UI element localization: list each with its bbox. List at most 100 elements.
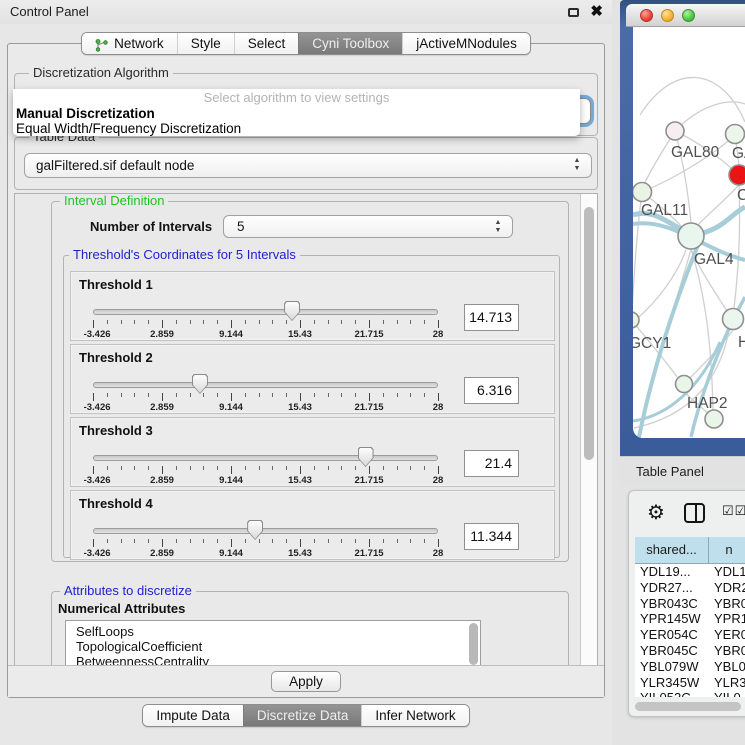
cell-name[interactable]: YPR1 <box>709 611 745 627</box>
slider-thumb[interactable] <box>192 374 208 394</box>
table-row[interactable]: YDL19...YDL1 <box>635 564 745 580</box>
cell-name[interactable]: YIL0 <box>709 690 745 697</box>
column-header-shared-name[interactable]: shared... <box>635 537 709 563</box>
tab-style[interactable]: Style <box>177 33 234 54</box>
network-node[interactable] <box>723 309 744 330</box>
threshold-slider[interactable] <box>93 526 438 536</box>
slider-thumb[interactable] <box>284 301 300 321</box>
cell-name[interactable]: YDR2 <box>709 580 745 596</box>
threshold-value-field[interactable]: 14.713 <box>464 304 519 331</box>
threshold-value-field[interactable]: 21.4 <box>464 450 519 477</box>
network-node[interactable] <box>676 376 693 393</box>
network-edge[interactable] <box>633 250 686 322</box>
tick-mark <box>245 393 246 397</box>
algorithm-option-equal-width[interactable]: Equal Width/Frequency Discretization <box>13 121 580 136</box>
table-data-combobox[interactable]: galFiltered.sif default node ▲▼ <box>24 153 592 178</box>
cell-shared-name[interactable]: YDR27... <box>635 580 709 596</box>
float-window-icon[interactable] <box>568 8 579 17</box>
slider-track[interactable] <box>93 309 438 315</box>
tick-mark <box>176 320 177 324</box>
table-row[interactable]: YLR345WYLR3 <box>635 675 745 691</box>
apply-button[interactable]: Apply <box>271 671 341 692</box>
slider-thumb[interactable] <box>247 520 263 540</box>
network-node[interactable] <box>633 183 652 202</box>
numerical-attributes-list[interactable]: SelfLoops TopologicalCoefficient Between… <box>65 620 481 666</box>
threshold-slider[interactable] <box>93 380 438 390</box>
slider-track[interactable] <box>93 528 438 534</box>
scrollbar-thumb[interactable] <box>584 207 594 460</box>
tab-network[interactable]: Network <box>82 33 177 54</box>
close-icon[interactable]: ✖ <box>590 2 603 22</box>
interval-definition-title: Interval Definition <box>60 194 168 208</box>
minimize-traffic-light-icon[interactable] <box>661 9 674 22</box>
table-row[interactable]: YBR045CYBR0 <box>635 643 745 659</box>
scrollbar-thumb[interactable] <box>635 702 741 711</box>
threshold-slider[interactable] <box>93 307 438 317</box>
network-node[interactable] <box>729 165 745 185</box>
column-header-name[interactable]: n <box>709 537 745 563</box>
list-item[interactable]: SelfLoops <box>66 621 480 639</box>
table-horizontal-scrollbar[interactable] <box>635 702 745 711</box>
network-node[interactable] <box>666 122 684 140</box>
tick-label: 28 <box>433 475 444 486</box>
slider-track[interactable] <box>93 382 438 388</box>
tick-mark <box>424 539 425 543</box>
tab-infer-network[interactable]: Infer Network <box>361 705 468 726</box>
settings-vertical-scrollbar[interactable] <box>580 194 597 665</box>
cell-name[interactable]: YER0 <box>709 627 745 643</box>
table-row[interactable]: YER054CYER0 <box>635 627 745 643</box>
network-node[interactable] <box>678 223 704 249</box>
select-columns-icons[interactable]: ☑☑ <box>722 503 745 519</box>
tick-label: 2.859 <box>150 475 174 486</box>
cell-name[interactable]: YBR0 <box>709 643 745 659</box>
node-label: GCY1 <box>633 335 671 352</box>
table-row[interactable]: YDR27...YDR2 <box>635 580 745 596</box>
cell-shared-name[interactable]: YBL079W <box>635 659 709 675</box>
table-row[interactable]: YIL052CYIL0 <box>635 690 745 697</box>
tab-select[interactable]: Select <box>234 33 299 54</box>
cell-shared-name[interactable]: YDL19... <box>635 564 709 580</box>
number-of-intervals-spinner[interactable]: 5 ▲▼ <box>223 215 513 238</box>
cell-shared-name[interactable]: YBR043C <box>635 596 709 612</box>
threshold-slider[interactable] <box>93 453 438 463</box>
gear-icon[interactable]: ⚙ <box>647 500 665 525</box>
slider-ticks <box>93 539 438 547</box>
split-columns-icon[interactable] <box>684 503 705 523</box>
table-row[interactable]: YBL079WYBL0 <box>635 659 745 675</box>
cell-shared-name[interactable]: YIL052C <box>635 690 709 697</box>
threshold-value-field[interactable]: 11.344 <box>464 523 519 550</box>
cell-shared-name[interactable]: YPR145W <box>635 611 709 627</box>
tab-jactivemnodules[interactable]: jActiveMNodules <box>402 33 530 54</box>
cell-shared-name[interactable]: YLR345W <box>635 675 709 691</box>
network-node[interactable] <box>633 312 639 328</box>
algorithm-option-manual[interactable]: Manual Discretization <box>13 106 580 121</box>
slider-track[interactable] <box>93 455 438 461</box>
cell-name[interactable]: YBR0 <box>709 596 745 612</box>
network-node[interactable] <box>726 125 745 144</box>
zoom-traffic-light-icon[interactable] <box>682 9 695 22</box>
tab-impute-data[interactable]: Impute Data <box>143 705 243 726</box>
cell-name[interactable]: YBL0 <box>709 659 745 675</box>
tab-cyni-toolbox[interactable]: Cyni Toolbox <box>298 33 402 54</box>
network-node[interactable] <box>705 410 723 428</box>
network-edge[interactable] <box>697 185 739 226</box>
table-row[interactable]: YPR145WYPR1 <box>635 611 745 627</box>
cell-shared-name[interactable]: YER054C <box>635 627 709 643</box>
list-scrollbar[interactable] <box>469 623 478 665</box>
tab-discretize-data[interactable]: Discretize Data <box>243 705 362 726</box>
network-canvas[interactable]: GAL80GACGAL11GAL4HGCY1HAP2 <box>633 27 745 438</box>
list-item[interactable]: TopologicalCoefficient <box>66 639 480 654</box>
cell-name[interactable]: YDL1 <box>709 564 745 580</box>
tick-mark <box>203 466 204 470</box>
control-panel-titlebar: Control Panel ✖ <box>0 0 612 24</box>
spinner-arrows-icon[interactable]: ▲▼ <box>493 219 503 235</box>
close-traffic-light-icon[interactable] <box>640 9 653 22</box>
tick-mark <box>162 393 163 401</box>
network-window-titlebar[interactable] <box>626 4 745 27</box>
threshold-value-field[interactable]: 6.316 <box>464 377 519 404</box>
cell-name[interactable]: YLR3 <box>709 675 745 691</box>
table-row[interactable]: YBR043CYBR0 <box>635 596 745 612</box>
slider-thumb[interactable] <box>358 447 374 467</box>
tick-mark <box>438 320 439 328</box>
cell-shared-name[interactable]: YBR045C <box>635 643 709 659</box>
